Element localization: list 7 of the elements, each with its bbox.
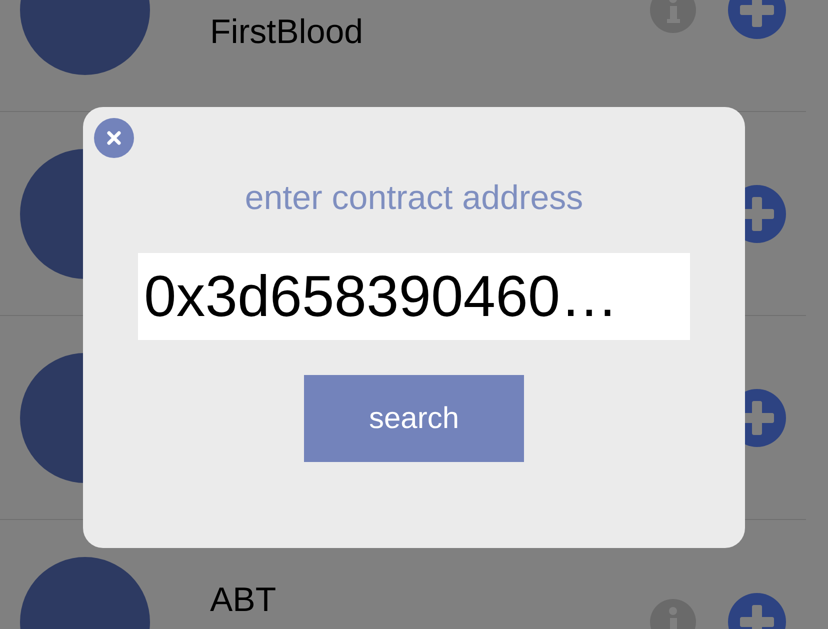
address-field[interactable]: 0x3d658390460… bbox=[138, 253, 690, 340]
token-name: FirstBlood bbox=[210, 12, 364, 52]
token-symbol: ABT bbox=[210, 580, 278, 620]
dialog-title: enter contract address bbox=[244, 179, 584, 218]
close-button[interactable] bbox=[94, 118, 134, 158]
close-icon bbox=[106, 130, 122, 146]
search-button[interactable]: search bbox=[304, 375, 524, 462]
